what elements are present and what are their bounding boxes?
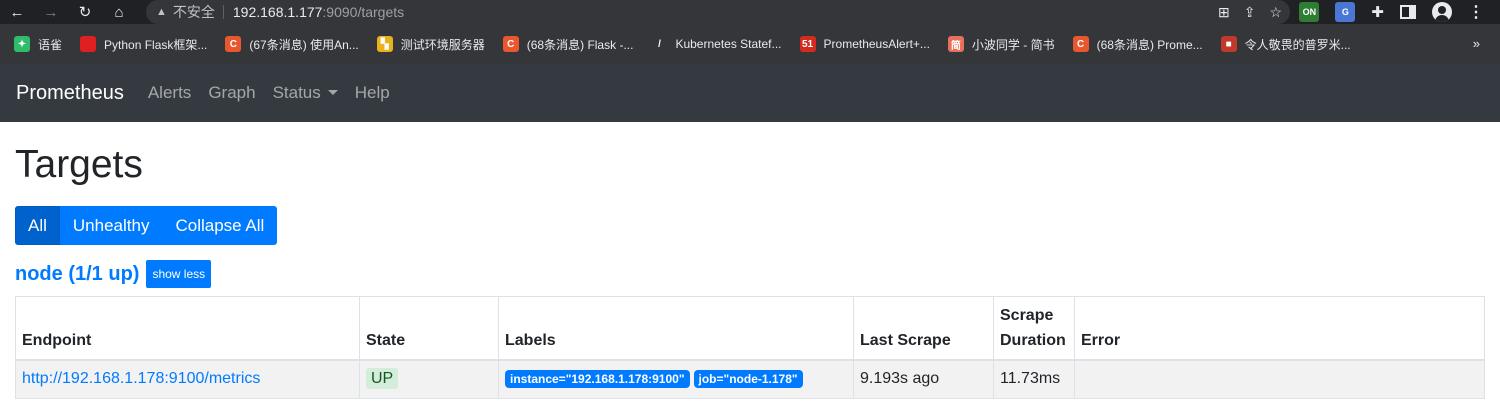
csdn-icon: C [1072, 36, 1089, 52]
bookmark-label: (68条消息) Flask -... [526, 37, 634, 52]
google-translate-icon[interactable]: G [1335, 2, 1356, 22]
nav-graph[interactable]: Graph [208, 83, 255, 103]
extensions-area: ON G ✚ ⋮ [1299, 0, 1500, 24]
targets-table: Endpoint State Labels Last Scrape Scrape… [15, 296, 1485, 399]
star-icon[interactable]: ☆ [1269, 4, 1282, 21]
bookmark-item[interactable]: C (68条消息) Prome... [1072, 36, 1203, 53]
filter-unhealthy-button[interactable]: Unhealthy [59, 206, 163, 245]
bookmark-label: 小波同学 - 简书 [971, 37, 1055, 52]
col-endpoint: Endpoint [15, 296, 360, 361]
collapse-all-button[interactable]: Collapse All [162, 206, 278, 245]
extension-on-icon[interactable]: ON [1299, 2, 1320, 22]
nav-status[interactable]: Status [273, 83, 338, 103]
bookmark-item[interactable]: / Kubernetes Statef... [651, 36, 782, 52]
col-scrape-duration: Scrape Duration [993, 296, 1075, 361]
puzzle-icon[interactable]: ✚ [1371, 3, 1384, 21]
menu-kebab-icon[interactable]: ⋮ [1468, 2, 1484, 22]
csdn-icon: C [225, 36, 242, 52]
address-bar[interactable]: ▲ 不安全 192.168.1.177:9090/targets [146, 0, 1290, 24]
bookmarks-bar: ✦ 语雀 Python Flask框架... C (67条消息) 使用An... ▚ 测试环… [0, 24, 1500, 64]
target-group-link[interactable]: node (1/1 up) [15, 263, 139, 286]
show-less-button[interactable]: show less [146, 260, 212, 288]
bookmark-label: PrometheusAlert+... [823, 37, 930, 51]
profile-avatar[interactable] [1432, 2, 1452, 22]
smallred-icon: ■ [1220, 36, 1237, 52]
table-header-row: Endpoint State Labels Last Scrape Scrape… [15, 296, 1485, 361]
col-state: State [359, 296, 499, 361]
col-error: Error [1074, 296, 1485, 361]
nav-help[interactable]: Help [355, 83, 390, 103]
pixel-icon: ▚ [376, 36, 393, 52]
bookmark-item[interactable]: C (67条消息) 使用An... [225, 36, 359, 53]
page-title: Targets [15, 143, 143, 186]
filter-all-button[interactable]: All [15, 206, 60, 245]
main-content: Targets All Unhealthy Collapse All node … [0, 142, 1500, 399]
51cto-icon: 51 [799, 36, 816, 52]
back-icon[interactable]: ← [0, 0, 34, 24]
url-host: 192.168.1.177 [232, 4, 323, 20]
translate-icon[interactable]: ⊞ [1218, 4, 1230, 21]
endpoint-cell: http://192.168.1.178:9100/metrics [15, 359, 360, 399]
slash-icon: / [651, 36, 668, 52]
label-badge: instance="192.168.1.178:9100" [505, 370, 690, 389]
bookmark-label: Kubernetes Statef... [675, 37, 782, 51]
bookmark-item[interactable]: 简小波同学 - 简书 [947, 36, 1055, 53]
bookmark-item[interactable]: ■ 令人敬畏的普罗米... [1220, 36, 1351, 53]
separator [222, 5, 224, 19]
bookmark-label: Python Flask框架... [104, 37, 208, 52]
table-row: http://192.168.1.178:9100/metrics UP ins… [15, 359, 1485, 399]
labels-cell: instance="192.168.1.178:9100" job="node-1… [498, 359, 854, 399]
nav-alerts[interactable]: Alerts [148, 83, 191, 103]
bookmark-label: 测试环境服务器 [400, 37, 485, 52]
yuque-icon: ✦ [14, 36, 30, 52]
state-cell: UP [359, 359, 499, 399]
bookmark-item[interactable]: C (68条消息) Flask -... [502, 36, 634, 53]
caret-down-icon [327, 90, 338, 95]
browser-toolbar: ← → ↻ ⌂ ▲ 不安全 192.168.1.177:9090/targets… [0, 0, 1500, 24]
bookmark-label: 语雀 [38, 37, 63, 52]
brand-link[interactable]: Prometheus [16, 82, 124, 105]
sidepanel-icon[interactable] [1400, 5, 1416, 19]
app-navbar: Prometheus Alerts Graph Status Help [0, 64, 1500, 122]
bookmark-item[interactable]: ▚ 测试环境服务器 [376, 36, 485, 53]
csdn-icon: C [502, 36, 519, 52]
label-badge: job="node-1.178" [693, 370, 803, 389]
reload-icon[interactable]: ↻ [68, 0, 102, 24]
bookmark-label: (68条消息) Prome... [1096, 37, 1203, 52]
omnibox-actions: ⊞ ⇪ ☆ [1218, 0, 1282, 24]
bookmark-item[interactable]: 51 PrometheusAlert+... [799, 36, 930, 52]
share-icon[interactable]: ⇪ [1244, 4, 1256, 21]
nav-status-label: Status [272, 83, 321, 102]
col-last-scrape: Last Scrape [853, 296, 994, 361]
bookmarks-more-icon[interactable]: » [1473, 36, 1480, 51]
filter-button-group: All Unhealthy Collapse All [15, 206, 1485, 245]
redcube-icon [80, 36, 97, 52]
bookmark-label: (67条消息) 使用An... [249, 37, 359, 52]
endpoint-link[interactable]: http://192.168.1.178:9100/metrics [22, 370, 260, 387]
scrape-duration-cell: 11.73ms [993, 359, 1075, 399]
bookmark-label: 令人敬畏的普罗米... [1244, 37, 1351, 52]
state-badge: UP [366, 368, 399, 390]
forward-icon[interactable]: → [34, 0, 68, 24]
url-path: :9090/targets [322, 4, 405, 20]
home-icon[interactable]: ⌂ [102, 0, 136, 24]
target-group-header: node (1/1 up) show less [15, 260, 1485, 288]
col-labels: Labels [498, 296, 854, 361]
security-label: 不安全 [172, 4, 215, 20]
jianshu-icon: 简 [947, 36, 964, 52]
error-cell [1074, 359, 1485, 399]
bookmark-item[interactable]: ✦ 语雀 [14, 36, 62, 53]
warning-icon: ▲ [156, 6, 167, 18]
last-scrape-cell: 9.193s ago [853, 359, 994, 399]
bookmark-item[interactable]: Python Flask框架... [80, 36, 207, 53]
